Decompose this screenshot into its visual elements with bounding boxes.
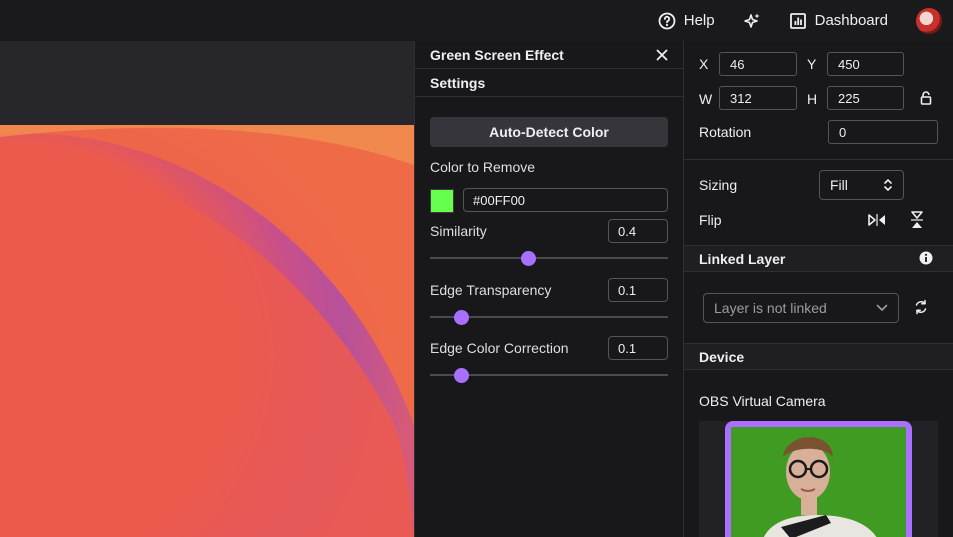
rotation-label: Rotation (699, 124, 752, 140)
slider-track (430, 257, 668, 259)
y-input[interactable]: 450 (827, 52, 904, 76)
avatar[interactable] (916, 7, 942, 34)
canvas-backdrop (0, 41, 414, 125)
aspect-lock-button[interactable] (918, 90, 934, 106)
edge-transparency-input[interactable]: 0.1 (608, 278, 668, 302)
camera-name: OBS Virtual Camera (699, 393, 826, 409)
similarity-slider[interactable] (430, 251, 668, 266)
linked-layer-select[interactable]: Layer is not linked (703, 293, 899, 323)
color-to-remove-label: Color to Remove (430, 159, 536, 175)
green-screen-panel: Green Screen Effect Settings Auto-Detect… (414, 41, 684, 537)
camera-feed[interactable] (725, 421, 912, 537)
updown-chevron-icon (884, 179, 892, 191)
slider-thumb[interactable] (453, 310, 469, 325)
slider-thumb[interactable] (453, 368, 469, 383)
divider (684, 159, 953, 160)
flip-vertical-button[interactable] (908, 211, 926, 229)
h-input[interactable]: 225 (827, 86, 904, 110)
edge-color-correction-label: Edge Color Correction (430, 340, 569, 356)
similarity-input[interactable]: 0.4 (608, 219, 668, 243)
green-screen-header: Green Screen Effect (415, 41, 683, 69)
color-swatch[interactable] (430, 189, 454, 213)
refresh-icon (915, 299, 927, 315)
help-label: Help (683, 12, 715, 29)
refresh-link-button[interactable] (912, 298, 930, 316)
linked-layer-header: Linked Layer (684, 245, 953, 272)
auto-detect-color-button[interactable]: Auto-Detect Color (430, 117, 668, 147)
sparkle-button[interactable] (743, 12, 761, 30)
device-title: Device (699, 348, 745, 365)
x-label: X (699, 56, 709, 72)
close-button[interactable] (656, 49, 668, 61)
help-icon (658, 12, 676, 30)
sizing-value: Fill (830, 177, 848, 193)
color-hex-input[interactable]: #00FF00 (463, 188, 668, 212)
edge-color-correction-input[interactable]: 0.1 (608, 336, 668, 360)
settings-heading: Settings (415, 69, 683, 97)
rotation-input[interactable]: 0 (828, 120, 938, 144)
sparkle-icon (743, 12, 761, 30)
w-label: W (699, 91, 713, 107)
sizing-select[interactable]: Fill (819, 170, 904, 200)
flip-vertical-icon (911, 211, 923, 228)
dashboard-button[interactable]: Dashboard (789, 12, 888, 30)
linked-layer-value: Layer is not linked (714, 300, 827, 316)
canvas-gradient-layer[interactable] (0, 125, 414, 537)
camera-preview (699, 421, 938, 537)
w-input[interactable]: 312 (719, 86, 797, 110)
flip-horizontal-icon (868, 214, 885, 226)
top-bar: Help Dashboard (0, 0, 953, 41)
sizing-label: Sizing (699, 177, 738, 193)
flip-label: Flip (699, 212, 722, 228)
linked-layer-info-button[interactable] (918, 250, 934, 266)
dashboard-icon (789, 12, 807, 30)
properties-panel: X 46 Y 450 W 312 H 225 Rotation 0 Sizing… (684, 41, 953, 537)
info-icon (919, 251, 933, 265)
edge-color-correction-slider[interactable] (430, 368, 668, 383)
similarity-label: Similarity (430, 223, 487, 239)
edge-transparency-label: Edge Transparency (430, 282, 552, 298)
help-button[interactable]: Help (658, 12, 715, 30)
slider-thumb[interactable] (520, 251, 536, 266)
dashboard-label: Dashboard (814, 12, 888, 29)
chevron-down-icon (876, 304, 888, 311)
close-icon (656, 49, 668, 60)
device-header: Device (684, 343, 953, 370)
h-label: H (807, 91, 818, 107)
edge-transparency-slider[interactable] (430, 310, 668, 325)
y-label: Y (807, 56, 817, 72)
canvas-area[interactable] (0, 41, 414, 537)
linked-layer-title: Linked Layer (699, 250, 786, 267)
flip-horizontal-button[interactable] (867, 211, 887, 229)
x-input[interactable]: 46 (719, 52, 797, 76)
panel-title: Green Screen Effect (430, 46, 564, 63)
lock-open-icon (920, 91, 932, 105)
